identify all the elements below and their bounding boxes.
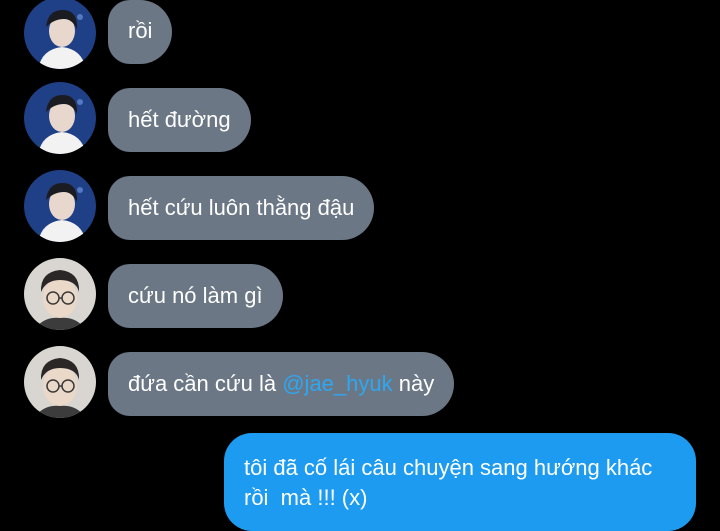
avatar[interactable]	[24, 170, 96, 242]
outgoing-message-line: rồi mà !!! (x)	[244, 485, 368, 510]
message-text-before: đứa cần cứu là	[128, 371, 283, 396]
user-mention-link[interactable]: @jae_hyuk	[282, 371, 392, 396]
message-bubble[interactable]: đứa cần cứu là @jae_hyuk này	[108, 352, 455, 416]
profile-photo-a	[24, 82, 96, 154]
profile-photo-a	[24, 0, 96, 69]
outgoing-message-line: tôi đã cố lái câu chuyện sang hướng khác	[244, 455, 653, 480]
outgoing-message-bubble[interactable]: tôi đã cố lái câu chuyện sang hướng khác…	[224, 433, 696, 531]
message-text: rồi	[128, 18, 153, 43]
profile-photo-b	[24, 346, 96, 418]
avatar[interactable]	[24, 82, 96, 154]
message-text-after: này	[392, 371, 435, 396]
profile-photo-a	[24, 170, 96, 242]
avatar[interactable]	[24, 346, 96, 418]
message-text: cứu nó làm gì	[128, 283, 263, 308]
message-bubble[interactable]: hết đường	[108, 88, 251, 152]
profile-photo-b	[24, 258, 96, 330]
avatar[interactable]	[24, 0, 96, 69]
message-text: hết cứu luôn thằng đậu	[128, 195, 355, 220]
message-text: hết đường	[128, 107, 231, 132]
avatar[interactable]	[24, 258, 96, 330]
message-bubble[interactable]: rồi	[108, 0, 173, 64]
message-bubble[interactable]: cứu nó làm gì	[108, 264, 283, 328]
message-bubble[interactable]: hết cứu luôn thằng đậu	[108, 176, 375, 240]
